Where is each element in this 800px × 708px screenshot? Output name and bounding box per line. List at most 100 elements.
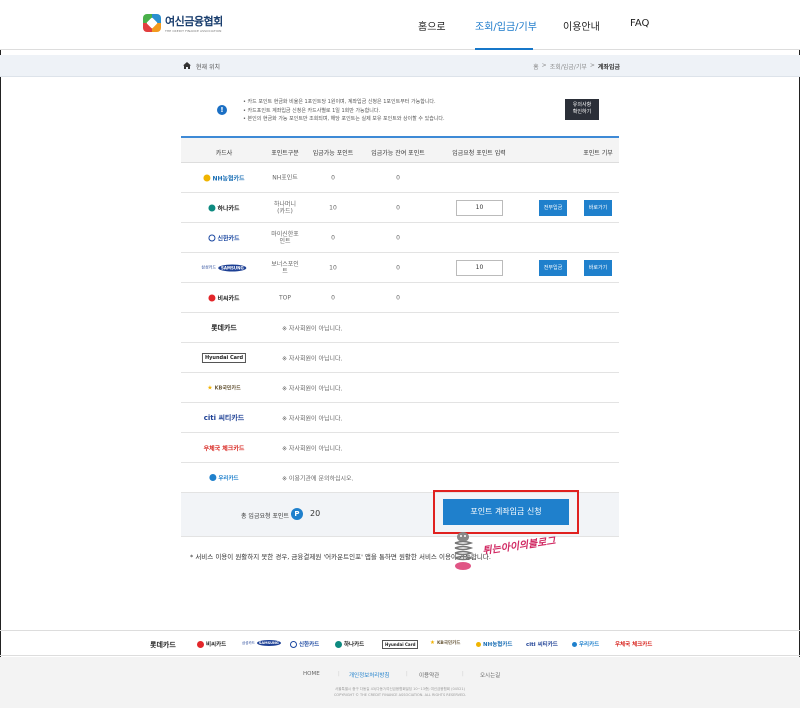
remaining-points: 0 (396, 294, 400, 301)
footer-link-privacy[interactable]: 개인정보처리방침 (349, 671, 389, 679)
table-header: 카드사 포인트구분 입금가능 포인트 입금가능 잔여 포인트 입금요청 포인트 … (181, 136, 619, 163)
available-points: 10 (329, 264, 337, 271)
partner-logo[interactable]: 신한카드 (290, 640, 319, 648)
footer-link-location[interactable]: 오시는길 (480, 671, 500, 679)
partner-logos: 롯데카드 비씨카드 삼성카드 SAMSUNG 신한카드 하나카드 Hyundai… (0, 630, 800, 656)
table-row: 신한카드 마이신한포 인트 0 0 (181, 223, 619, 253)
request-points-input[interactable]: 10 (456, 260, 503, 276)
shinhan-logo-icon (208, 234, 216, 241)
card-brand-logo: 롯데카드 (211, 323, 237, 332)
table-row: NH농협카드 NH포인트 0 0 (181, 163, 619, 193)
col-remaining: 입금가능 잔여 포인트 (371, 150, 425, 157)
col-available: 입금가능 포인트 (312, 150, 354, 157)
site-footer: HOME | 개인정보처리방침 | 이용약관 | 오시는길 서울특별시 중구 다… (0, 657, 800, 708)
row-message: ※ 이용기관에 문의하십시오. (282, 475, 354, 482)
logo-mark-icon (143, 14, 161, 32)
partner-logo[interactable]: 삼성카드 SAMSUNG (242, 640, 281, 646)
bc-logo-icon (208, 294, 216, 301)
breadcrumb-home[interactable]: 홈 (533, 62, 539, 71)
deposit-all-button[interactable]: 전부입금 (539, 260, 567, 276)
available-points: 0 (331, 174, 335, 181)
submit-deposit-button[interactable]: 포인트 계좌입금 신청 (443, 499, 569, 525)
card-brand-logo: 삼성카드 SAMSUNG (201, 264, 247, 271)
shinhan-logo-icon (290, 640, 297, 648)
donate-shortcut-button[interactable]: 바로가기 (584, 260, 612, 276)
donate-shortcut-button[interactable]: 바로가기 (584, 200, 612, 216)
point-type: 하나머니 (카드) (273, 200, 297, 215)
partner-logo[interactable]: 우체국 체크카드 (615, 640, 652, 648)
partner-logo[interactable]: citi 씨티카드 (526, 640, 558, 648)
partner-logo[interactable]: Hyundai Card (382, 640, 419, 649)
row-message: ※ 자사회원이 아닙니다. (282, 325, 343, 332)
available-points: 0 (331, 294, 335, 301)
card-brand-logo: ★ KB국민카드 (207, 384, 241, 391)
card-brand-logo: 비씨카드 (208, 293, 240, 302)
remaining-points: 0 (396, 204, 400, 211)
available-points: 0 (331, 234, 335, 241)
footer-link-terms[interactable]: 이용약관 (419, 671, 439, 679)
table-row: Hyundai Card ※ 자사회원이 아닙니다. (181, 343, 619, 373)
table-row: 우체국 체크카드 ※ 자사회원이 아닙니다. (181, 433, 619, 463)
card-brand-logo: NH농협카드 (203, 173, 245, 182)
breadcrumb-sep: > (541, 62, 547, 69)
table-row: 삼성카드 SAMSUNG 보너스포인 트 10 0 10 전부입금 바로가기 (181, 253, 619, 283)
remaining-points: 0 (396, 174, 400, 181)
footer-link-home[interactable]: HOME (303, 671, 320, 677)
nav-guide[interactable]: 이용안내 (563, 18, 600, 33)
partner-logo[interactable]: 롯데카드 (150, 640, 176, 650)
deposit-all-button[interactable]: 전부입금 (539, 200, 567, 216)
breadcrumb-inquiry[interactable]: 조회/입금/기부 (550, 62, 587, 71)
row-message: ※ 자사회원이 아닙니다. (282, 415, 343, 422)
points-badge-icon: P (291, 508, 303, 520)
nav-active-underline (475, 48, 533, 50)
card-brand-logo: citi 씨티카드 (203, 413, 245, 422)
remaining-points: 0 (396, 234, 400, 241)
breadcrumb-bar: 현재 위치 홈 > 조회/입금/기부 > 계좌입금 (0, 55, 800, 77)
bc-logo-icon (197, 640, 204, 648)
site-header: 여신금융협회 THE CREDIT FINANCE ASSOCIATION 홈으… (0, 0, 800, 50)
request-points-input[interactable]: 10 (456, 200, 503, 216)
logo-subtitle: THE CREDIT FINANCE ASSOCIATION (165, 29, 222, 33)
partner-logo[interactable]: ★ KB국민카드 (430, 640, 460, 646)
partner-logo[interactable]: 하나카드 (335, 640, 364, 648)
notice-line: 카드 포인트 현금화 비율은 1포인트당 1원이며, 계좌입금 신청은 1포인트… (243, 98, 445, 107)
row-message: ※ 자사회원이 아닙니다. (282, 355, 343, 362)
breadcrumb-current: 계좌입금 (597, 64, 620, 71)
nav-inquiry[interactable]: 조회/입금/기부 (475, 18, 537, 33)
point-type: 보너스포인 트 (271, 260, 299, 275)
footnote: * 서비스 이용이 원활하지 못한 경우, 금융결제원 '어카운트인포' 앱을 … (190, 553, 491, 561)
kb-star-icon: ★ (430, 640, 435, 646)
total-value: 20 (310, 509, 321, 518)
row-message: ※ 자사회원이 아닙니다. (282, 385, 343, 392)
hana-logo-icon (208, 204, 216, 211)
card-brand-logo: 신한카드 (208, 233, 240, 242)
current-location-label: 현재 위치 (196, 64, 220, 71)
site-logo[interactable]: 여신금융협회 THE CREDIT FINANCE ASSOCIATION (143, 13, 223, 33)
nav-faq[interactable]: FAQ (630, 18, 649, 29)
nav-home[interactable]: 홈으로 (418, 18, 446, 33)
notice-text: 카드 포인트 현금화 비율은 1포인트당 1원이며, 계좌입금 신청은 1포인트… (243, 98, 445, 124)
card-brand-logo: 하나카드 (208, 203, 240, 212)
nh-logo-icon (476, 641, 481, 647)
footer-copyright: COPYRIGHT © THE CREDIT FINANCE ASSOCIATI… (333, 693, 467, 697)
card-brand-logo: 우체국 체크카드 (203, 445, 245, 452)
notice-box: ! 카드 포인트 현금화 비율은 1포인트당 1원이며, 계좌입금 신청은 1포… (181, 95, 619, 131)
card-brand-logo: Hyundai Card (201, 352, 247, 363)
home-icon (183, 62, 191, 69)
table-row: 롯데카드 ※ 자사회원이 아닙니다. (181, 313, 619, 343)
point-type: NH포인트 (272, 174, 298, 181)
total-label: 총 입금요청 포인트 (241, 513, 289, 520)
table-row: 비씨카드 TOP 0 0 (181, 283, 619, 313)
partner-logo[interactable]: NH농협카드 (476, 640, 512, 648)
point-type: TOP (278, 294, 292, 301)
notice-confirm-button[interactable]: 유의사항 확인하기 (565, 99, 599, 120)
hana-logo-icon (335, 640, 342, 648)
col-point-type: 포인트구분 (271, 150, 299, 157)
breadcrumb: 홈 > 조회/입금/기부 > 계좌입금 (533, 62, 620, 71)
logo-title: 여신금융협회 (165, 15, 223, 28)
col-donate: 포인트 기부 (583, 150, 613, 157)
col-card: 카드사 (215, 150, 233, 157)
partner-logo[interactable]: 우리카드 (572, 640, 599, 648)
table-row: citi 씨티카드 ※ 자사회원이 아닙니다. (181, 403, 619, 433)
partner-logo[interactable]: 비씨카드 (197, 640, 226, 648)
